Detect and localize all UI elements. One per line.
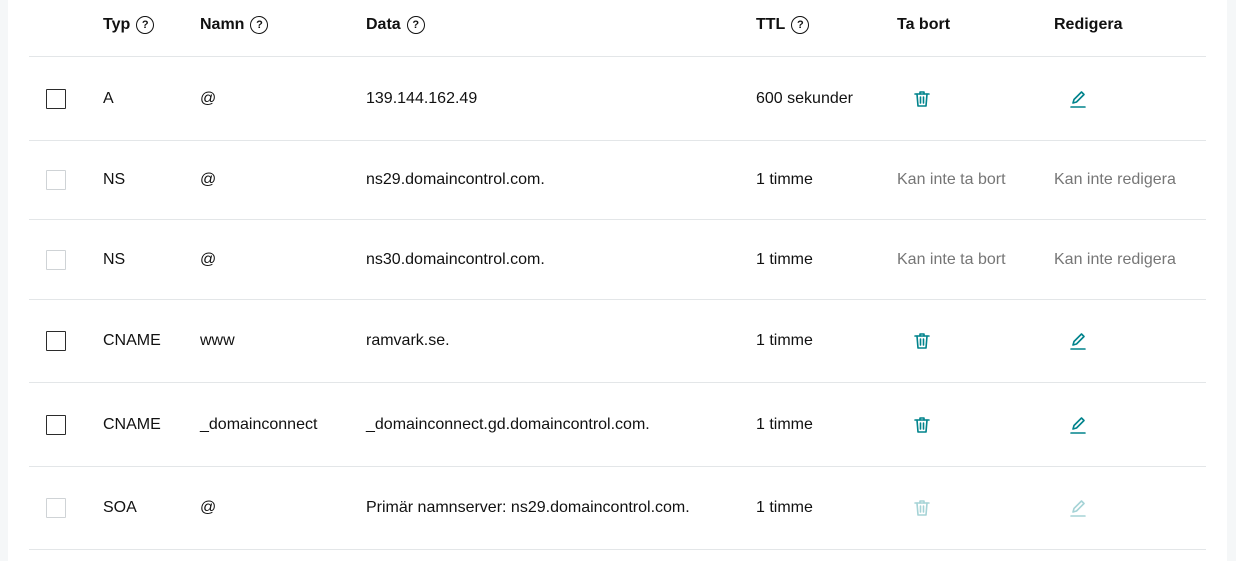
cannot-edit-text: Kan inte redigera [1054, 250, 1176, 268]
record-type: A [103, 89, 114, 107]
pencil-icon [1067, 497, 1089, 519]
pencil-icon[interactable] [1067, 88, 1089, 110]
record-name: www [200, 332, 235, 349]
row-select-checkbox [46, 170, 66, 190]
record-name: @ [200, 171, 217, 188]
column-header-redigera-label: Redigera [1054, 16, 1123, 33]
record-ttl: 1 timme [756, 250, 813, 268]
row-select-checkbox[interactable] [46, 414, 66, 435]
table-row: NS @ ns30.domaincontrol.com. 1 timme Kan… [29, 220, 1206, 300]
table-row: NS @ ns29.domaincontrol.com. 1 timme Kan… [29, 141, 1206, 220]
trash-icon [911, 497, 933, 519]
record-ttl: 1 timme [756, 415, 813, 433]
record-type: CNAME [103, 415, 161, 433]
trash-icon[interactable] [911, 414, 933, 436]
row-select-checkbox [46, 498, 66, 518]
table-header: Typ ? Namn ? Data ? TTL ? Ta bort Redige… [29, 0, 1206, 57]
help-circle-icon[interactable]: ? [136, 16, 155, 34]
cannot-delete-text: Kan inte ta bort [897, 171, 1006, 188]
column-header-namn-label: Namn [200, 16, 245, 33]
cannot-edit-text: Kan inte redigera [1054, 171, 1176, 188]
help-circle-icon[interactable]: ? [406, 16, 425, 34]
help-circle-icon[interactable]: ? [791, 16, 810, 34]
record-ttl: 1 timme [756, 171, 813, 188]
column-header-typ-label: Typ [103, 16, 131, 33]
table-row: SOA @ Primär namnserver: ns29.domaincont… [29, 467, 1206, 550]
record-type: CNAME [103, 332, 161, 349]
record-ttl: 1 timme [756, 332, 813, 349]
record-ttl: 600 sekunder [756, 89, 853, 107]
column-header-ta-bort-label: Ta bort [897, 16, 951, 33]
record-data: ns30.domaincontrol.com. [366, 250, 545, 268]
column-header-namn: Namn ? [200, 13, 269, 37]
column-header-redigera: Redigera [1054, 13, 1122, 37]
record-ttl: 1 timme [756, 499, 813, 516]
column-header-ttl: TTL ? [756, 13, 810, 37]
record-data: 139.144.162.49 [366, 89, 478, 107]
table-row: CNAME _domainconnect _domainconnect.gd.d… [29, 383, 1206, 467]
column-header-typ: Typ ? [103, 13, 155, 37]
record-data: Primär namnserver: ns29.domaincontrol.co… [366, 499, 690, 516]
record-name: _domainconnect [200, 415, 318, 433]
dns-records-panel: Typ ? Namn ? Data ? TTL ? Ta bort Redige… [8, 0, 1227, 561]
help-circle-icon[interactable]: ? [250, 16, 269, 34]
record-name: @ [200, 89, 217, 107]
pencil-icon[interactable] [1067, 414, 1089, 436]
record-type: NS [103, 171, 126, 188]
column-header-data: Data ? [366, 13, 425, 37]
trash-icon[interactable] [911, 330, 933, 352]
table-row: A @ 139.144.162.49 600 sekunder [29, 57, 1206, 141]
record-type: SOA [103, 499, 137, 516]
column-header-data-label: Data [366, 16, 401, 33]
record-name: @ [200, 250, 217, 268]
record-data: _domainconnect.gd.domaincontrol.com. [366, 415, 650, 433]
row-select-checkbox [46, 249, 66, 270]
cannot-delete-text: Kan inte ta bort [897, 250, 1006, 268]
trash-icon[interactable] [911, 88, 933, 110]
record-data: ramvark.se. [366, 332, 450, 349]
column-header-ttl-label: TTL [756, 16, 786, 33]
record-name: @ [200, 499, 217, 516]
pencil-icon[interactable] [1067, 330, 1089, 352]
row-select-checkbox[interactable] [46, 88, 66, 109]
row-select-checkbox[interactable] [46, 331, 66, 351]
record-data: ns29.domaincontrol.com. [366, 171, 545, 188]
column-header-ta-bort: Ta bort [897, 13, 950, 37]
table-row: CNAME www ramvark.se. 1 timme [29, 300, 1206, 383]
record-type: NS [103, 250, 126, 268]
